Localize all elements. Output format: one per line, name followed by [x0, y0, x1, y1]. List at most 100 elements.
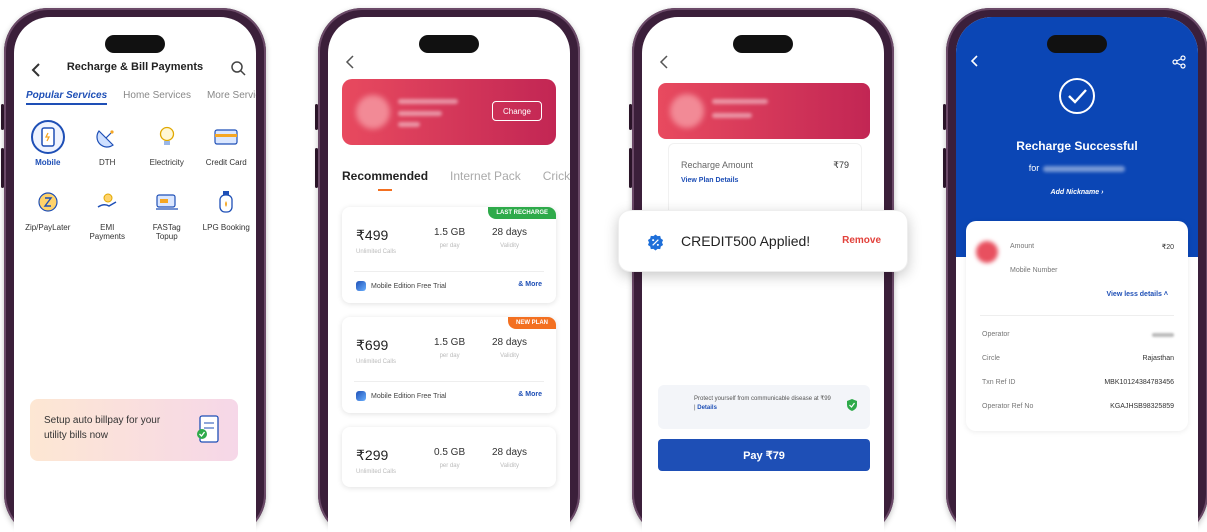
view-plan-details-link[interactable]: View Plan Details: [681, 177, 738, 184]
plan-card[interactable]: LAST RECHARGE ₹499 Unlimited Calls 1.5 GB…: [342, 207, 556, 303]
dynamic-island: [105, 35, 165, 53]
toast-message: CREDIT500 Applied!: [681, 233, 811, 249]
payment-screen: Recharge Amount ₹79 View Plan Details Pr…: [642, 17, 884, 532]
txn-ref-row: Txn Ref ID MBK10124384783456: [982, 379, 1174, 386]
coupon-applied-toast: CREDIT500 Applied! Remove: [618, 210, 908, 272]
tab-more-services[interactable]: More Services: [207, 90, 256, 105]
service-credit-card[interactable]: Credit Card: [197, 120, 257, 167]
auto-billpay-banner[interactable]: Setup auto billpay for your utility bill…: [30, 399, 238, 461]
details-link[interactable]: Details: [697, 405, 717, 411]
amount-row: Amount ₹20: [1010, 243, 1174, 251]
services-screen: Recharge & Bill Payments Popular Service…: [14, 17, 256, 532]
phone-frame-plans: Change Recommended Internet Pack Cricket…: [315, 8, 580, 532]
transaction-details-card: Amount ₹20 Mobile Number View less detail…: [966, 221, 1188, 431]
last-recharge-badge: LAST RECHARGE: [488, 207, 556, 219]
service-mobile[interactable]: Mobile: [18, 120, 78, 167]
gas-cylinder-icon: [209, 185, 243, 219]
circle-row: Circle Rajasthan: [982, 355, 1174, 362]
mobile-number-row: Mobile Number: [1010, 267, 1058, 274]
plan-validity: 28 days Validity: [492, 337, 528, 359]
operator-row: Operator: [982, 331, 1174, 338]
recharge-amount-label: Recharge Amount: [681, 160, 754, 170]
view-less-details-link[interactable]: View less details ˄: [1106, 291, 1168, 298]
satellite-dish-icon: [90, 120, 124, 154]
service-label: Electricity: [149, 158, 184, 167]
recharge-status: Recharge Successful: [1016, 139, 1138, 153]
plans-screen: Change Recommended Internet Pack Cricket…: [328, 17, 570, 532]
operator-logo: [976, 241, 998, 263]
service-label: Credit Card: [205, 158, 247, 167]
plan-price: ₹699 Unlimited Calls: [356, 337, 397, 365]
service-label: Mobile: [35, 158, 61, 167]
fastag-icon: [150, 185, 184, 219]
avatar: [670, 94, 704, 128]
plan-validity: 28 days Validity: [492, 227, 528, 249]
service-lpg-booking[interactable]: LPG Booking: [197, 185, 257, 241]
plan-data: 0.5 GB per day: [434, 447, 466, 469]
pay-button[interactable]: Pay ₹79: [658, 439, 870, 471]
change-button[interactable]: Change: [492, 101, 542, 121]
dynamic-island: [419, 35, 479, 53]
service-electricity[interactable]: Electricity: [137, 120, 197, 167]
tab-internet-pack[interactable]: Internet Pack: [450, 169, 521, 183]
plan-data: 1.5 GB per day: [434, 227, 466, 249]
dynamic-island: [733, 35, 793, 53]
service-zip-paylater[interactable]: Zip/PayLater: [18, 185, 78, 241]
more-link[interactable]: & More: [518, 281, 542, 288]
plan-price: ₹499 Unlimited Calls: [356, 227, 397, 255]
emi-icon: [90, 185, 124, 219]
share-icon[interactable]: [1172, 55, 1186, 69]
avatar: [356, 95, 390, 129]
plan-card[interactable]: NEW PLAN ₹699 Unlimited Calls 1.5 GB per d…: [342, 317, 556, 413]
recharge-for: for: [956, 163, 1198, 173]
protect-card: Protect yourself from communicable disea…: [658, 385, 870, 429]
service-label: LPG Booking: [202, 223, 250, 232]
page-title: Recharge & Bill Payments: [66, 61, 204, 73]
banner-text: Setup auto billpay for your utility bill…: [44, 415, 161, 441]
credit-card-icon: [209, 120, 243, 154]
protect-text: Protect yourself from communicable disea…: [694, 396, 831, 411]
operator-ref-row: Operator Ref No KGAJHSB98325859: [982, 403, 1174, 410]
tab-recommended[interactable]: Recommended: [342, 169, 428, 183]
shield-icon: [847, 399, 857, 411]
service-label: DTH: [99, 158, 116, 167]
plan-price: ₹299 Unlimited Calls: [356, 447, 397, 475]
recharge-amount-value: ₹79: [833, 160, 849, 170]
service-dth[interactable]: DTH: [78, 120, 138, 167]
back-arrow-icon[interactable]: [344, 53, 356, 74]
dynamic-island: [1047, 35, 1107, 53]
service-label: Zip/PayLater: [25, 223, 71, 232]
back-arrow-icon[interactable]: [658, 53, 670, 74]
tab-home-services[interactable]: Home Services: [123, 90, 191, 105]
zip-paylater-icon: [31, 185, 65, 219]
plan-perk: Mobile Edition Free Trial: [356, 281, 446, 291]
app-icon: [356, 281, 366, 291]
services-grid: Mobile DTH Electricity Credit Card Zip/P…: [18, 120, 256, 241]
more-link[interactable]: & More: [518, 391, 542, 398]
bill-icon: [192, 413, 226, 447]
plan-tabs: Recommended Internet Pack Cricket: [342, 169, 570, 183]
service-emi-payments[interactable]: EMI Payments: [78, 185, 138, 241]
service-label: EMI Payments: [89, 223, 126, 241]
coupon-badge-icon: [647, 234, 664, 251]
success-screen: Recharge Successful for Add Nickname › A…: [956, 17, 1198, 532]
search-icon[interactable]: [230, 60, 246, 76]
service-tabs: Popular Services Home Services More Serv…: [26, 90, 256, 105]
tab-popular-services[interactable]: Popular Services: [26, 90, 108, 105]
new-plan-badge: NEW PLAN: [508, 317, 556, 329]
success-check-icon: [1059, 78, 1095, 114]
selected-number-card: [658, 83, 870, 139]
tab-underline: [378, 189, 392, 191]
add-nickname-link[interactable]: Add Nickname ›: [956, 189, 1198, 196]
app-icon: [356, 391, 366, 401]
plan-card[interactable]: ₹299 Unlimited Calls 0.5 GB per day 28 day…: [342, 427, 556, 487]
mobile-icon: [30, 120, 65, 154]
service-fastag[interactable]: FASTag Topup: [137, 185, 197, 241]
back-arrow-icon[interactable]: [970, 55, 980, 67]
phone-frame-success: Recharge Successful for Add Nickname › A…: [943, 8, 1207, 532]
tab-cricket[interactable]: Cricket: [543, 169, 570, 183]
plan-perk: Mobile Edition Free Trial: [356, 391, 446, 401]
remove-coupon-button[interactable]: Remove: [842, 235, 881, 246]
phone-frame-services: Recharge & Bill Payments Popular Service…: [1, 8, 266, 532]
plan-data: 1.5 GB per day: [434, 337, 466, 359]
